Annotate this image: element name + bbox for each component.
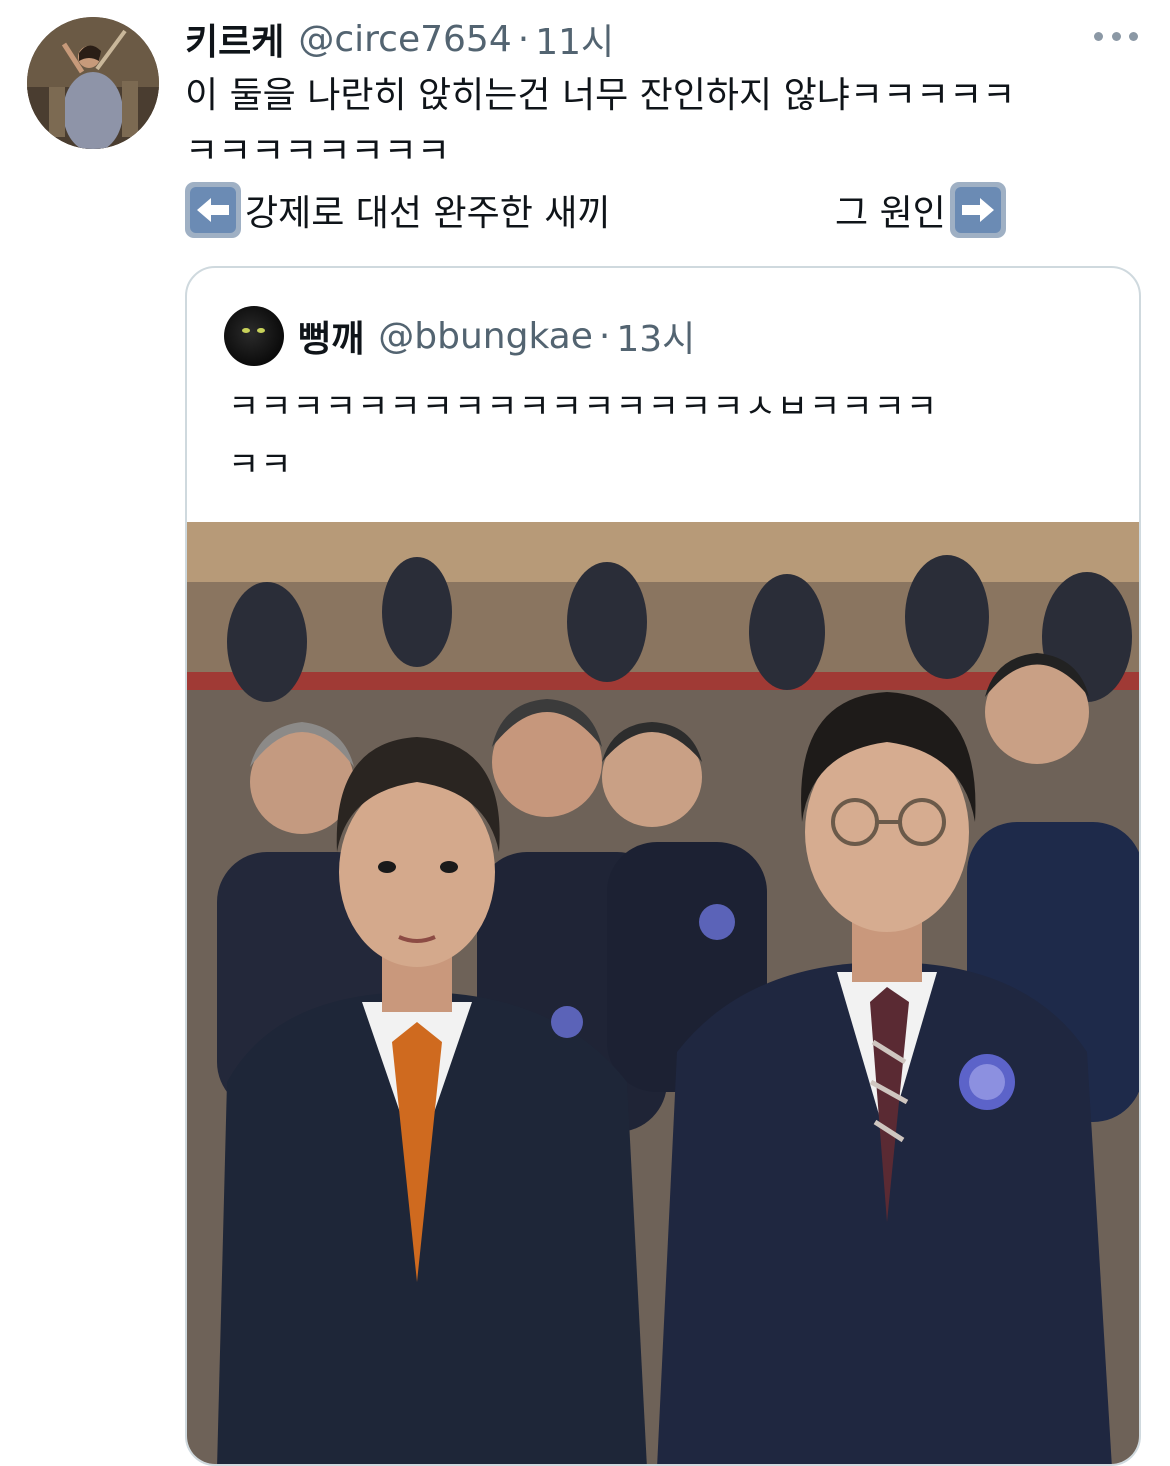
quoted-text-line: ㅋㅋㅋㅋㅋㅋㅋㅋㅋㅋㅋㅋㅋㅋㅋㅋㅅㅂㅋㅋㅋㅋ bbox=[228, 387, 939, 427]
quoted-tweet-card[interactable]: 뻥깨 @bbungkae · 13시 ㅋㅋㅋㅋㅋㅋㅋㅋㅋㅋㅋㅋㅋㅋㅋㅋㅅㅂㅋㅋㅋ… bbox=[185, 266, 1141, 1466]
tweet-time[interactable]: 11시 bbox=[535, 13, 614, 65]
quoted-tweet-time: 13시 bbox=[616, 319, 696, 360]
photo-illustration bbox=[187, 522, 1139, 1464]
quoted-tweet-text: ㅋㅋㅋㅋㅋㅋㅋㅋㅋㅋㅋㅋㅋㅋㅋㅋㅅㅂㅋㅋㅋㅋ ㅋㅋ bbox=[228, 378, 1108, 494]
more-dot bbox=[1094, 31, 1103, 41]
separator-dot: · bbox=[517, 18, 530, 60]
tweet-text-line: 이 둘을 나란히 앉히는건 너무 잔인하지 않냐ㅋㅋㅋㅋㅋ bbox=[185, 75, 1016, 116]
left-arrow-emoji bbox=[185, 182, 241, 238]
tweet-text-line: ㅋㅋㅋㅋㅋㅋㅋㅋ bbox=[185, 131, 450, 172]
author-handle[interactable]: @circe7654 bbox=[298, 19, 511, 60]
more-horizontal-icon[interactable] bbox=[1094, 26, 1138, 46]
left-caption-group: 강제로 대선 완주한 새끼 bbox=[185, 180, 611, 240]
right-caption-group: 그 원인 bbox=[835, 180, 1006, 240]
quoted-tweet-header: 뻥깨 @bbungkae · 13시 bbox=[298, 310, 695, 362]
author-avatar[interactable] bbox=[27, 17, 159, 149]
more-dot bbox=[1111, 31, 1121, 41]
tweet-header: 키르케 @circe7654 · 11시 bbox=[185, 14, 614, 64]
tweet-caption-row: 강제로 대선 완주한 새끼 그 원인 bbox=[185, 180, 1085, 240]
quoted-tweet-photo[interactable] bbox=[187, 522, 1139, 1464]
more-dot bbox=[1129, 31, 1138, 41]
right-arrow-emoji bbox=[949, 182, 1006, 238]
quoted-text-line: ㅋㅋ bbox=[228, 445, 293, 485]
author-name[interactable]: 키르케 bbox=[185, 13, 284, 65]
left-caption: 강제로 대선 완주한 새끼 bbox=[245, 193, 611, 234]
tweet-text: 이 둘을 나란히 앉히는건 너무 잔인하지 않냐ㅋㅋㅋㅋㅋ ㅋㅋㅋㅋㅋㅋㅋㅋ bbox=[185, 68, 1150, 180]
quoted-author-avatar[interactable] bbox=[224, 306, 284, 366]
separator-dot: · bbox=[598, 315, 611, 357]
right-caption: 그 원인 bbox=[835, 193, 946, 234]
quoted-author-name: 뻥깨 bbox=[298, 319, 365, 360]
quoted-author-handle: @bbungkae bbox=[378, 315, 593, 357]
